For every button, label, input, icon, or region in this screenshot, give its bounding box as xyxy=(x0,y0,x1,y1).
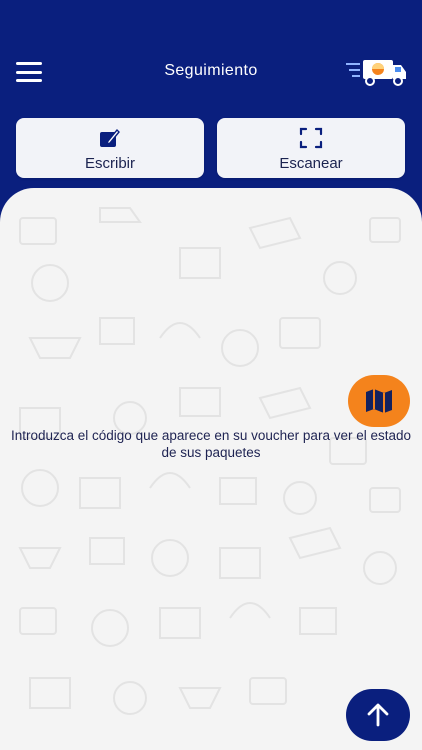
logistics-pattern-background xyxy=(18,207,401,715)
map-icon xyxy=(366,389,392,413)
map-button[interactable] xyxy=(348,375,410,427)
write-label: Escribir xyxy=(84,155,135,172)
content-panel: Introduzca el código que aparece en su v… xyxy=(0,188,422,750)
delivery-truck-icon xyxy=(346,60,406,86)
arrow-up-icon xyxy=(367,703,389,727)
scan-frame-icon xyxy=(299,127,323,149)
scan-label: Escanear xyxy=(279,155,343,172)
app-header: Seguimiento Escribir Escanear xyxy=(0,0,422,190)
write-code-button[interactable]: Escribir xyxy=(16,118,204,178)
scan-code-button[interactable]: Escanear xyxy=(217,118,405,178)
edit-icon xyxy=(100,128,120,147)
instruction-text: Introduzca el código que aparece en su v… xyxy=(10,428,411,460)
scroll-top-button[interactable] xyxy=(346,689,410,741)
